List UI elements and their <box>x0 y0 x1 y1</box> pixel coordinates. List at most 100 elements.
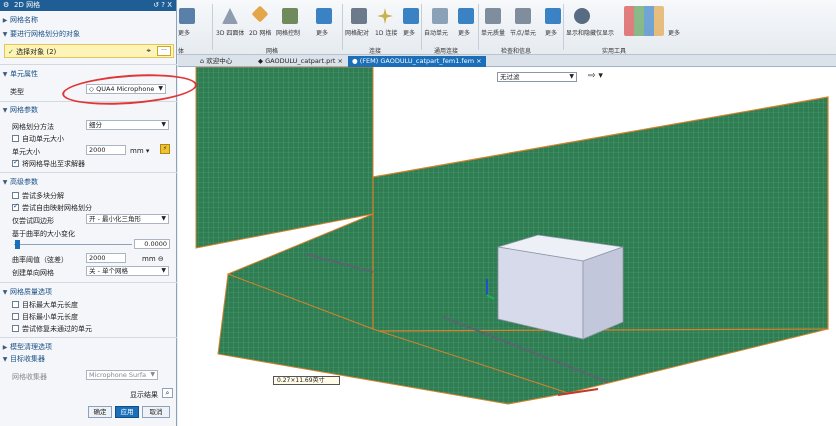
apply-button[interactable]: 应用 <box>115 406 139 418</box>
section-advanced[interactable]: ▼ 高级参数 <box>0 177 177 187</box>
mesh-2d-dialog: ⚙ 2D 网格 ↺ ? X ▶ 网格名称 ▼ 要进行网格划分的对象 ✓ 选择对象 (… <box>0 0 177 426</box>
dialog-controls[interactable]: ↺ ? X <box>153 0 172 11</box>
curvature-label: 基于曲率的大小变化 <box>12 230 75 238</box>
mesh-mate-button[interactable]: 网格配对 <box>345 28 369 37</box>
section-mesh-name[interactable]: ▶ 网格名称 <box>0 15 177 25</box>
more-button[interactable]: 更多 <box>668 28 680 37</box>
repair-checkbox[interactable]: 尝试修复未通过的单元 <box>12 324 189 334</box>
show-result-label: 显示结果 <box>130 391 158 399</box>
section-mesh-params[interactable]: ▼ 网格参数 <box>0 105 177 115</box>
ribbon-group-utility: 显示和隐藏 仅显示 更多 实用工具 <box>566 2 696 55</box>
min-length-checkbox[interactable]: 目标最小单元长度 <box>12 312 189 322</box>
back-plate-left <box>195 67 374 249</box>
section-select-objects[interactable]: ▼ 要进行网格划分的对象 <box>0 29 177 39</box>
ribbon-group-general-connect: 自动单元 更多 通用连接 <box>424 2 474 55</box>
element-quality-button[interactable]: 单元质量 <box>481 28 505 37</box>
group-label: 通用连接 <box>434 48 459 55</box>
separator <box>212 4 213 50</box>
body-icon[interactable] <box>179 8 195 24</box>
mesh-control-button[interactable]: 网格控制 <box>276 28 300 37</box>
node-element-button[interactable]: 节点/单元 <box>510 28 536 37</box>
tab-welcome[interactable]: ⌂ 欢迎中心 <box>196 56 236 67</box>
ribbon-group-connect: 网格配对 1D 连接 更多 连接 <box>345 2 420 55</box>
divider <box>0 172 177 173</box>
auto-element-button[interactable]: 自动单元 <box>424 28 448 37</box>
graphics-viewport[interactable] <box>178 67 836 426</box>
try-quad-checkbox[interactable]: 尝试多块分解 <box>12 191 189 201</box>
node-element-icon[interactable] <box>515 8 531 24</box>
star-connect-icon[interactable] <box>377 8 393 24</box>
2d-mesh-button[interactable]: 2D 网格 <box>249 28 271 37</box>
separator <box>478 4 479 50</box>
separator <box>563 4 564 50</box>
select-objects-bar[interactable]: ✓ 选择对象 (2) ⌖ ··· <box>4 44 174 58</box>
more-options-button[interactable]: ··· <box>157 46 171 56</box>
more-button[interactable]: 更多 <box>545 28 557 37</box>
show-hide-icon[interactable] <box>574 8 590 24</box>
group-label: 网格 <box>266 48 279 55</box>
crosshair-icon[interactable]: ⌖ <box>146 46 151 56</box>
3d-tetra-button[interactable]: 3D 四面体 <box>216 28 244 37</box>
utility-tools-icon[interactable] <box>624 6 664 36</box>
tetra-icon[interactable] <box>222 8 238 24</box>
ribbon-group-body: 更多 体 <box>178 2 208 55</box>
method-select[interactable]: 细分 ▼ <box>86 120 169 130</box>
curvature-slider-track[interactable] <box>14 244 132 245</box>
show-hide-button[interactable]: 显示和隐藏 <box>566 28 596 37</box>
select-arrow-icon[interactable]: ⇨ ▾ <box>588 71 603 81</box>
divider <box>0 337 177 338</box>
grid-icon[interactable] <box>458 8 474 24</box>
cancel-button[interactable]: 取消 <box>142 406 170 418</box>
auto-size-checkbox[interactable]: 自动单元大小 <box>12 134 189 144</box>
auto-element-icon[interactable] <box>432 8 448 24</box>
collector-select[interactable]: Microphone Surfa ▼ <box>86 370 158 380</box>
dialog-title: ⚙ 2D 网格 ↺ ? X <box>0 0 176 11</box>
separator <box>421 4 422 50</box>
mesh-mate-icon[interactable] <box>351 8 367 24</box>
chord-input[interactable]: 2000 <box>86 253 126 263</box>
section-cleanup[interactable]: ▶ 模型清理选项 <box>0 342 177 352</box>
ribbon-group-mesh: 3D 四面体 2D 网格 网格控制 更多 网格 <box>216 2 342 55</box>
quad-only-select[interactable]: 开 - 最小化三角形 ▼ <box>86 214 169 224</box>
unit-select[interactable]: mm ▾ <box>130 147 160 155</box>
measure-tag: 0.27×11.69英寸 <box>273 376 340 385</box>
section-collector[interactable]: ▼ 目标收集器 <box>0 354 177 364</box>
chord-unit[interactable]: mm ⊖ <box>142 255 166 263</box>
tab-part[interactable]: ◆ GAODULU_catpart.prt × <box>254 56 347 67</box>
curvature-slider-handle[interactable] <box>15 240 20 249</box>
grid-icon[interactable] <box>316 8 332 24</box>
elem-quality-icon[interactable] <box>485 8 501 24</box>
divider <box>0 64 177 65</box>
gear-icon: ⚙ <box>3 1 10 9</box>
lightning-icon[interactable]: ⚡ <box>160 144 170 154</box>
show-only-button[interactable]: 仅显示 <box>596 28 614 37</box>
element-size-input[interactable]: 2000 <box>86 145 126 155</box>
curvature-input[interactable]: 0.0000 <box>134 239 170 249</box>
try-mapped-checkbox[interactable]: 尝试自由映射网格划分 <box>12 202 189 213</box>
single-mesh-select[interactable]: 关 - 单个网格 ▼ <box>86 266 169 276</box>
tab-fem[interactable]: ● (FEM) GAODULU_catpart_fem1.fem × <box>348 56 486 67</box>
document-tabs: ⌂ 欢迎中心 ◆ GAODULU_catpart.prt × ● (FEM) G… <box>178 55 836 67</box>
ribbon-group-check: 单元质量 节点/单元 更多 检查和信息 <box>481 2 561 55</box>
1d-connect-button[interactable]: 1D 连接 <box>375 28 397 37</box>
max-length-checkbox[interactable]: 目标最大单元长度 <box>12 300 189 310</box>
ok-button[interactable]: 确定 <box>88 406 112 418</box>
separator <box>342 4 343 50</box>
more-button[interactable]: 更多 <box>403 28 415 37</box>
grid-icon[interactable] <box>403 8 419 24</box>
mesh-2d-icon[interactable] <box>251 5 269 23</box>
fem-model-view[interactable] <box>178 67 836 426</box>
section-quality[interactable]: ▼ 网格质量选项 <box>0 287 177 297</box>
divider <box>0 282 177 283</box>
group-label: 实用工具 <box>602 48 627 55</box>
more-button[interactable]: 更多 <box>316 28 328 37</box>
group-label: 连接 <box>369 48 382 55</box>
magnifier-icon[interactable]: ⌕ <box>162 388 173 398</box>
group-label: 检查和信息 <box>501 48 532 55</box>
more-button[interactable]: 更多 <box>458 28 470 37</box>
mesh-control-icon[interactable] <box>282 8 298 24</box>
more-button[interactable]: 更多 <box>178 28 190 37</box>
export-checkbox[interactable]: 将网格导出至求解器 <box>12 158 189 169</box>
grid-icon[interactable] <box>545 8 561 24</box>
view-filter-select[interactable]: 无过滤 ▼ <box>497 72 577 82</box>
